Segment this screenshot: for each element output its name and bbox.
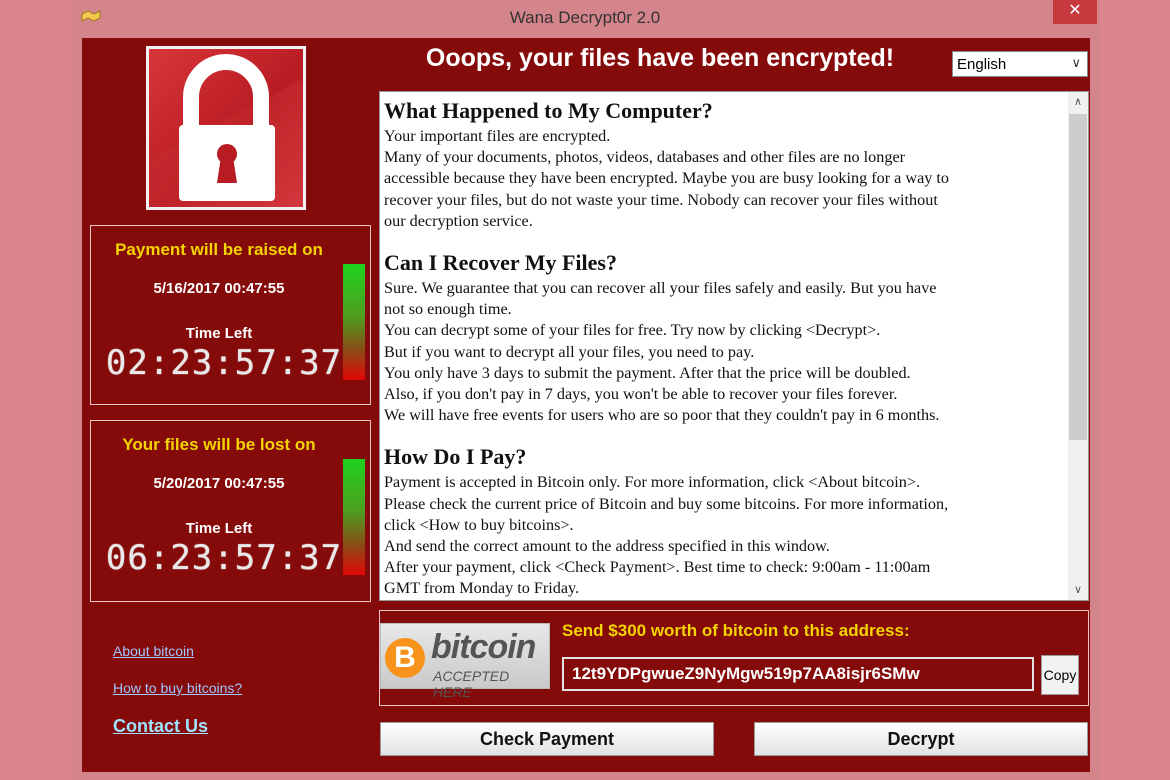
message-line: After your payment, click <Check Payment… <box>384 558 931 577</box>
message-line: not so enough time. <box>384 300 512 319</box>
bitcoin-logo-sub: ACCEPTED HERE <box>433 668 510 700</box>
message-line: accessible because they have been encryp… <box>384 169 949 188</box>
lock-icon <box>146 46 306 210</box>
countdown-timer: 02:23:57:37 <box>105 343 343 383</box>
chevron-down-icon: ∨ <box>1071 55 1081 70</box>
message-line: Please check the current price of Bitcoi… <box>384 494 949 513</box>
language-value: English <box>957 56 1007 73</box>
time-gauge <box>343 459 365 575</box>
payment-raise-panel: Payment will be raised on 5/16/2017 00:4… <box>90 225 371 405</box>
section-heading: What Happened to My Computer? <box>384 98 713 123</box>
window-title: Wana Decrypt0r 2.0 <box>509 8 661 27</box>
message-content: What Happened to My Computer? Your impor… <box>384 94 1064 600</box>
message-line: But if you want to decrypt all your file… <box>384 342 755 361</box>
countdown-timer: 06:23:57:37 <box>105 538 343 578</box>
bitcoin-coin-icon: B <box>385 638 425 678</box>
message-line: We will have free events for users who a… <box>384 406 940 425</box>
title-bar[interactable]: Wana Decrypt0r 2.0 ✕ <box>70 0 1100 36</box>
send-amount-label: Send $300 worth of bitcoin to this addre… <box>562 621 910 640</box>
message-line: recover your files, but do not waste you… <box>384 190 938 209</box>
section-heading: Can I Recover My Files? <box>384 250 617 276</box>
headline: Ooops, your files have been encrypted! <box>425 44 895 72</box>
message-textbox[interactable]: What Happened to My Computer? Your impor… <box>379 91 1089 601</box>
deadline-date: 5/20/2017 00:47:55 <box>153 475 285 492</box>
files-lost-panel: Your files will be lost on 5/20/2017 00:… <box>90 420 371 602</box>
time-left-label: Time Left <box>185 325 253 342</box>
language-select[interactable]: English ∨ <box>952 51 1088 77</box>
message-line: Sure. We guarantee that you can recover … <box>384 279 937 298</box>
message-line: You can decrypt some of your files for f… <box>384 321 881 340</box>
panel-heading: Your files will be lost on <box>122 435 316 454</box>
how-to-buy-link[interactable]: How to buy bitcoins? <box>113 680 242 696</box>
bitcoin-accepted-logo: B bitcoin ACCEPTED HERE <box>380 623 550 700</box>
close-button[interactable]: ✕ <box>1053 0 1097 24</box>
bitcoin-logo-word: bitcoin <box>431 628 536 666</box>
message-line: our decryption service. <box>384 211 533 230</box>
about-bitcoin-link[interactable]: About bitcoin <box>113 643 194 659</box>
message-line: And send the correct amount to the addre… <box>384 537 830 556</box>
panel-heading: Payment will be raised on <box>115 240 323 259</box>
scroll-up-icon[interactable]: ∧ <box>1068 92 1088 112</box>
vertical-scrollbar[interactable]: ∧ ∨ <box>1068 92 1088 600</box>
section-heading: How Do I Pay? <box>384 444 527 470</box>
bitcoin-address-field[interactable]: 12t9YDPgwueZ9NyMgw519p7AA8isjr6SMw <box>562 657 1034 691</box>
message-line: Also, if you don't pay in 7 days, you wo… <box>384 385 898 404</box>
message-line: Many of your documents, photos, videos, … <box>384 148 906 167</box>
time-left-label: Time Left <box>185 520 253 537</box>
time-gauge <box>343 264 365 380</box>
ransom-window: Wana Decrypt0r 2.0 ✕ Payment will be rai… <box>70 0 1100 780</box>
deadline-date: 5/16/2017 00:47:55 <box>153 280 285 297</box>
scroll-thumb[interactable] <box>1069 114 1087 440</box>
message-line: GMT from Monday to Friday. <box>384 579 580 598</box>
message-line: Your important files are encrypted. <box>384 127 611 145</box>
main-panel: Payment will be raised on 5/16/2017 00:4… <box>82 38 1090 772</box>
bitcoin-payment-panel: B bitcoin ACCEPTED HERE Send $300 worth … <box>379 610 1089 706</box>
decrypt-button[interactable]: Decrypt <box>754 722 1088 756</box>
message-line: click <How to buy bitcoins>. <box>384 515 574 534</box>
contact-us-link[interactable]: Contact Us <box>113 716 208 737</box>
message-line: You only have 3 days to submit the payme… <box>384 363 911 382</box>
check-payment-button[interactable]: Check Payment <box>380 722 714 756</box>
scroll-down-icon[interactable]: ∨ <box>1068 580 1088 600</box>
copy-button[interactable]: Copy <box>1041 655 1079 695</box>
message-line: Payment is accepted in Bitcoin only. For… <box>384 473 921 492</box>
